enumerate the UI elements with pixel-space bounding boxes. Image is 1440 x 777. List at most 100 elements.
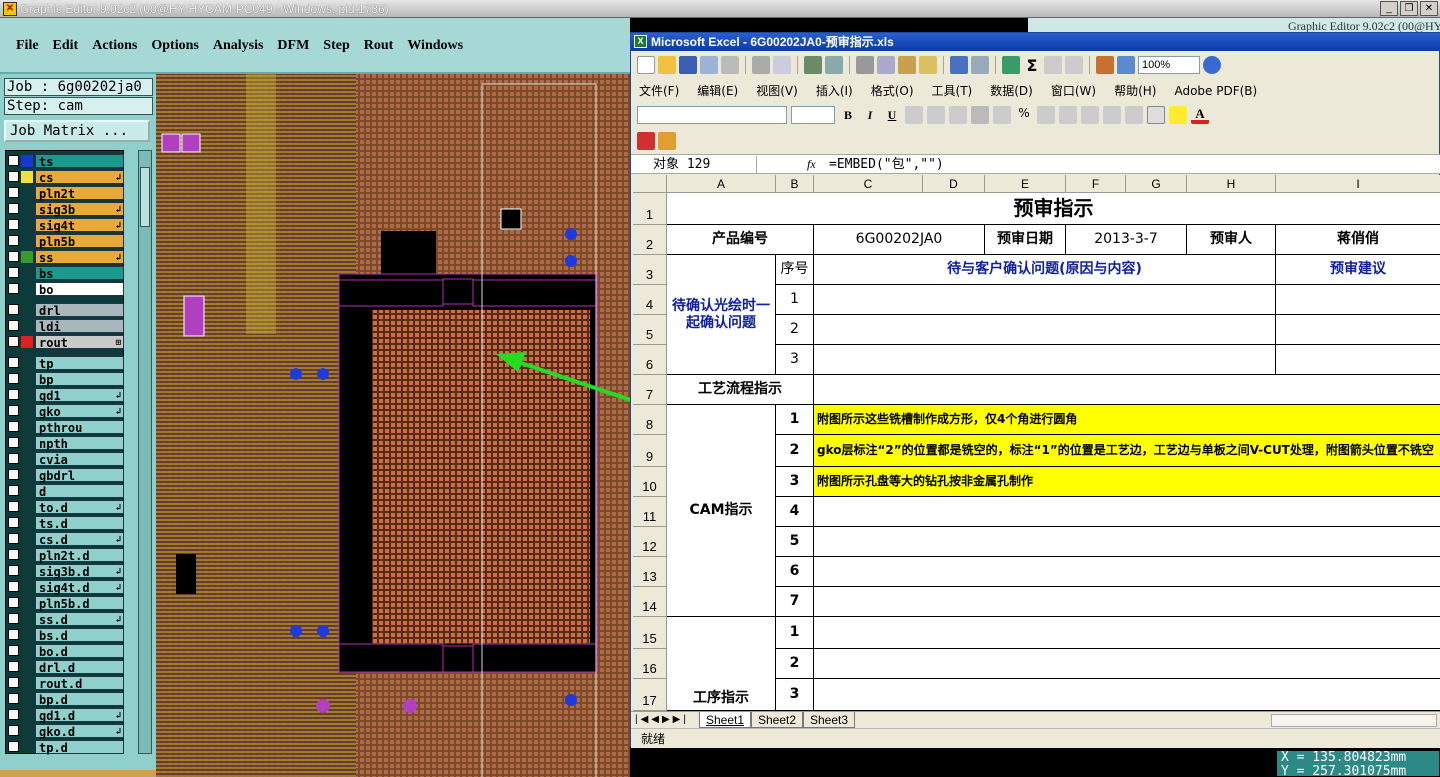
cam-instruction-empty[interactable] bbox=[814, 587, 1440, 617]
underline-icon[interactable]: U bbox=[883, 108, 901, 123]
format-painter-icon[interactable] bbox=[919, 56, 937, 74]
drawing-icon[interactable] bbox=[1117, 56, 1135, 74]
column-header[interactable]: I bbox=[1276, 175, 1440, 193]
suggest-cell[interactable] bbox=[1276, 315, 1440, 345]
sort-ascending-icon[interactable] bbox=[1044, 56, 1062, 74]
chart-wizard-icon[interactable] bbox=[1096, 56, 1114, 74]
cam-instruction-1[interactable]: 附图所示这些铣槽制作成方形，仅4个角进行圆角 bbox=[814, 405, 1440, 435]
row-header[interactable]: 16 bbox=[633, 649, 667, 679]
excel-menu-item[interactable]: 工具(T) bbox=[930, 81, 975, 101]
reviewer-label[interactable]: 预审人 bbox=[1187, 225, 1276, 255]
italic-icon[interactable]: I bbox=[861, 108, 879, 123]
excel-menu-item[interactable]: 数据(D) bbox=[988, 81, 1035, 101]
cam-seq-cell[interactable]: 1 bbox=[776, 405, 814, 435]
procedure-label[interactable]: 工序指示 bbox=[667, 617, 776, 711]
align-left-icon[interactable] bbox=[905, 106, 923, 124]
cam-seq-cell[interactable]: 6 bbox=[776, 557, 814, 587]
proc-seq-cell[interactable]: 2 bbox=[776, 649, 814, 679]
row-header[interactable]: 7 bbox=[633, 375, 667, 405]
comma-icon[interactable] bbox=[1037, 106, 1055, 124]
pdf-convert-icon[interactable] bbox=[637, 132, 655, 150]
row-header[interactable]: 9 bbox=[633, 435, 667, 467]
product-no-label[interactable]: 产品编号 bbox=[667, 225, 814, 255]
sheet-title[interactable]: 预审指示 bbox=[667, 193, 1440, 225]
row-header[interactable]: 1 bbox=[633, 193, 667, 225]
tab-sheet1[interactable]: Sheet1 bbox=[699, 712, 752, 728]
permission-icon[interactable] bbox=[700, 56, 718, 74]
issue-cell[interactable] bbox=[814, 345, 1276, 375]
cam-seq-cell[interactable]: 7 bbox=[776, 587, 814, 617]
open-icon[interactable] bbox=[658, 56, 676, 74]
excel-menu-item[interactable]: 帮助(H) bbox=[1112, 81, 1158, 101]
fx-icon[interactable]: fx bbox=[807, 156, 816, 173]
column-header[interactable]: H bbox=[1187, 175, 1276, 193]
cam-seq-cell[interactable]: 4 bbox=[776, 497, 814, 527]
column-header[interactable]: A bbox=[667, 175, 776, 193]
proc-seq-cell[interactable]: 1 bbox=[776, 617, 814, 649]
row-header[interactable]: 17 bbox=[633, 679, 667, 711]
paste-icon[interactable] bbox=[898, 56, 916, 74]
suggest-cell[interactable] bbox=[1276, 345, 1440, 375]
hyperlink-icon[interactable] bbox=[1002, 56, 1020, 74]
issue-cell[interactable] bbox=[814, 315, 1276, 345]
row-header[interactable]: 3 bbox=[633, 255, 667, 285]
process-label[interactable]: 工艺流程指示 bbox=[667, 375, 814, 405]
suggest-cell[interactable] bbox=[1276, 285, 1440, 315]
cam-instruction-2[interactable]: gko层标注“2”的位置都是铣空的，标注“1”的位置是工艺边，工艺边与单板之间V… bbox=[814, 435, 1440, 467]
cut-icon[interactable] bbox=[856, 56, 874, 74]
cam-instruction-3[interactable]: 附图所示孔盘等大的钻孔按非金属孔制作 bbox=[814, 467, 1440, 497]
decrease-decimal-icon[interactable] bbox=[1081, 106, 1099, 124]
column-header[interactable]: E bbox=[985, 175, 1066, 193]
row-header[interactable]: 14 bbox=[633, 587, 667, 617]
pdf-email-icon[interactable] bbox=[658, 132, 676, 150]
formula-input[interactable]: =EMBED("包","") bbox=[829, 156, 944, 173]
column-header[interactable]: C bbox=[814, 175, 923, 193]
row-header[interactable]: 8 bbox=[633, 405, 667, 435]
increase-indent-icon[interactable] bbox=[1125, 106, 1143, 124]
redo-icon[interactable] bbox=[971, 56, 989, 74]
font-select[interactable] bbox=[637, 106, 787, 124]
row-header[interactable]: 6 bbox=[633, 345, 667, 375]
column-header[interactable]: D bbox=[923, 175, 985, 193]
column-header[interactable]: G bbox=[1126, 175, 1187, 193]
issue-cell[interactable] bbox=[814, 285, 1276, 315]
row-header[interactable]: 13 bbox=[633, 557, 667, 587]
excel-menu-item[interactable]: 编辑(E) bbox=[695, 81, 740, 101]
email-icon[interactable] bbox=[721, 56, 739, 74]
row-header[interactable]: 12 bbox=[633, 527, 667, 557]
currency-icon[interactable] bbox=[993, 106, 1011, 124]
spelling-icon[interactable] bbox=[804, 56, 822, 74]
research-icon[interactable] bbox=[825, 56, 843, 74]
align-right-icon[interactable] bbox=[949, 106, 967, 124]
worksheet-grid[interactable]: A B C D E F G H I 1 2 3 4 5 6 7 8 9 10 11 12 13 14 15 16 17 预审指示 产品… bbox=[633, 175, 1440, 711]
name-box[interactable]: 对象 129 bbox=[633, 156, 757, 173]
select-all-corner[interactable] bbox=[633, 175, 667, 193]
cam-seq-cell[interactable]: 2 bbox=[776, 435, 814, 467]
excel-menu-item[interactable]: Adobe PDF(B) bbox=[1172, 81, 1259, 101]
row-header[interactable]: 15 bbox=[633, 617, 667, 649]
seq-cell[interactable]: 3 bbox=[776, 345, 814, 375]
cam-instruction-empty[interactable] bbox=[814, 557, 1440, 587]
proc-instruction[interactable] bbox=[814, 649, 1440, 679]
seq-header[interactable]: 序号 bbox=[776, 255, 814, 285]
tab-sheet3[interactable]: Sheet3 bbox=[803, 712, 856, 728]
proc-instruction[interactable] bbox=[814, 679, 1440, 711]
product-no-value[interactable]: 6G00202JA0 bbox=[814, 225, 985, 255]
help-icon[interactable] bbox=[1203, 56, 1221, 74]
row-header[interactable]: 11 bbox=[633, 497, 667, 527]
font-size-select[interactable] bbox=[791, 106, 835, 124]
date-label[interactable]: 预审日期 bbox=[985, 225, 1066, 255]
zoom-select[interactable]: 100% bbox=[1138, 56, 1200, 74]
suggest-header[interactable]: 预审建议 bbox=[1276, 255, 1440, 285]
save-icon[interactable] bbox=[679, 56, 697, 74]
cam-instruction-empty[interactable] bbox=[814, 527, 1440, 557]
reviewer-value[interactable]: 蒋俏俏 bbox=[1276, 225, 1440, 255]
column-header[interactable]: F bbox=[1066, 175, 1126, 193]
process-cell[interactable] bbox=[814, 375, 1440, 405]
print-icon[interactable] bbox=[752, 56, 770, 74]
new-icon[interactable] bbox=[637, 56, 655, 74]
excel-menu-item[interactable]: 文件(F) bbox=[637, 81, 681, 101]
date-value[interactable]: 2013-3-7 bbox=[1066, 225, 1187, 255]
column-header[interactable]: B bbox=[776, 175, 814, 193]
row-header[interactable]: 2 bbox=[633, 225, 667, 255]
